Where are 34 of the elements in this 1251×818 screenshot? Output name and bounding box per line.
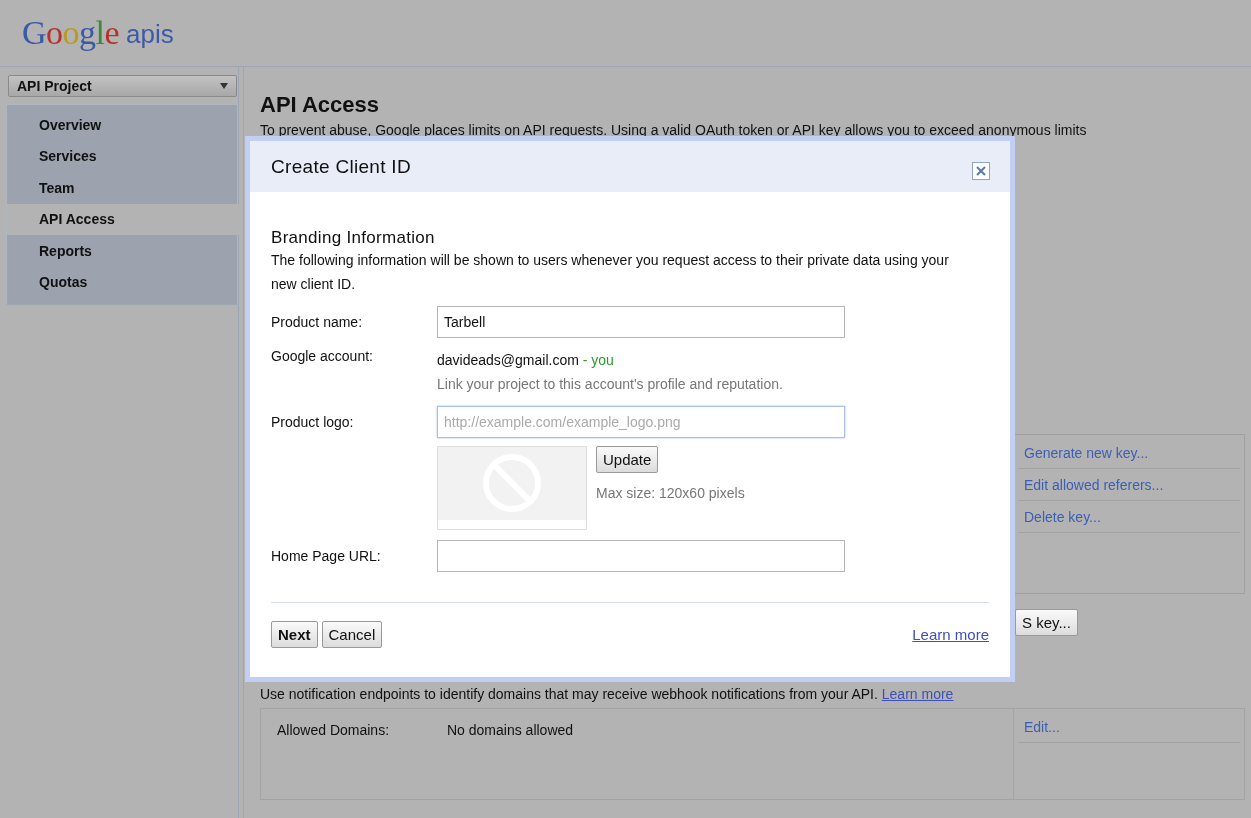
- page-title: API Access: [260, 92, 381, 118]
- close-icon[interactable]: [972, 161, 990, 180]
- account-email: davideads@gmail.com: [437, 352, 579, 368]
- google-logo: Google: [22, 14, 120, 52]
- domains-value: No domains allowed: [447, 722, 574, 740]
- sidebar-item[interactable]: Services: [7, 140, 237, 172]
- dialog-button[interactable]: Next: [271, 621, 318, 648]
- field-label: Google account:: [271, 348, 374, 364]
- sidebar-item[interactable]: Team: [7, 172, 237, 204]
- learn-more-link[interactable]: Learn more: [912, 626, 989, 643]
- create-key-button[interactable]: S key...: [1015, 609, 1078, 636]
- home-page-field[interactable]: [437, 540, 845, 572]
- caret-icon: [220, 83, 228, 89]
- dialog-button[interactable]: Cancel: [321, 621, 383, 648]
- field-label: Product name:: [271, 314, 364, 330]
- domains-label: Allowed Domains:: [277, 722, 391, 740]
- product-name-field[interactable]: Tarbell: [437, 306, 845, 338]
- sidebar-item[interactable]: Overview: [7, 109, 237, 141]
- you-tag: - you: [582, 352, 614, 368]
- field-label: Product logo:: [271, 414, 355, 430]
- product-name: apis: [126, 19, 174, 50]
- update-button[interactable]: Update: [596, 446, 659, 473]
- account-hint: Link your project to this account's profile and reputation.: [437, 375, 783, 394]
- sidebar-item[interactable]: Quotas: [7, 266, 237, 298]
- sidebar-item[interactable]: Reports: [7, 235, 237, 267]
- section-description: The following information will be shown to users whenever you request access to their private data using your new client ID.: [271, 251, 950, 294]
- logo-url-field[interactable]: http://example.com/example_logo.png: [437, 406, 845, 438]
- field-label: Home Page URL:: [271, 548, 382, 564]
- logo-placeholder-icon: [437, 446, 587, 530]
- section-heading: Branding Information: [271, 228, 436, 248]
- max-size-note: Max size: 120x60 pixels: [596, 485, 745, 501]
- notification-text: Use notification endpoints to identify domains that may receive webhook notifications from your API.: [260, 686, 878, 702]
- dialog-title: Create Client ID: [271, 155, 411, 178]
- project-dropdown[interactable]: API Project: [8, 75, 237, 97]
